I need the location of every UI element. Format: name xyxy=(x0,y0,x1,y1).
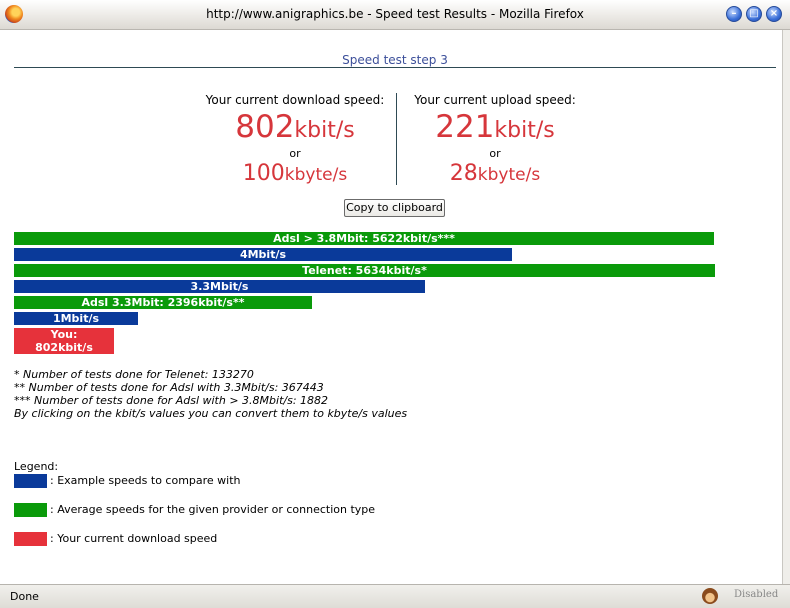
upload-kbyte-number: 28 xyxy=(449,161,478,186)
upload-label: Your current upload speed: xyxy=(414,93,576,107)
title-divider xyxy=(14,67,776,68)
upload-or: or xyxy=(489,147,501,160)
download-kbyte-unit: kbyte/s xyxy=(284,165,348,185)
upload-kbyte-unit: kbyte/s xyxy=(477,165,541,185)
legend-average-text: : Average speeds for the given provider … xyxy=(50,503,376,516)
speed-bar-6: 1Mbit/s xyxy=(14,312,138,325)
browser-window: http://www.anigraphics.be - Speed test R… xyxy=(0,0,790,608)
download-kbyte-number: 100 xyxy=(242,161,285,186)
status-bar: Done Disabled xyxy=(0,584,790,608)
upload-kbit-number[interactable]: 221 xyxy=(435,109,494,145)
download-label: Your current download speed: xyxy=(205,93,385,107)
status-text: Done xyxy=(10,590,39,603)
copy-to-clipboard-button[interactable]: Copy to clipboard xyxy=(344,199,445,217)
footnote-adsl-3-3: ** Number of tests done for Adsl with 3.… xyxy=(14,381,324,394)
footnotes: * Number of tests done for Telenet: 1332… xyxy=(14,368,407,420)
legend-swatch-green xyxy=(14,503,47,517)
close-button[interactable]: × xyxy=(766,6,782,22)
step-title: Speed test step 3 xyxy=(342,53,448,67)
speed-bar-3: Telenet: 5634kbit/s* xyxy=(14,264,715,277)
download-kbit-unit[interactable]: kbit/s xyxy=(294,118,354,143)
download-kbit-value[interactable]: 802kbit/s xyxy=(190,109,400,147)
download-speed-panel: Your current download speed: 802kbit/s o… xyxy=(190,93,400,186)
speed-bar-4: 3.3Mbit/s xyxy=(14,280,425,293)
greasemonkey-icon[interactable] xyxy=(702,588,718,604)
window-title: http://www.anigraphics.be - Speed test R… xyxy=(206,7,584,21)
upload-kbit-value[interactable]: 221kbit/s xyxy=(400,109,590,147)
status-disabled[interactable]: Disabled xyxy=(734,589,778,600)
speed-bar-7: You: 802kbit/s xyxy=(14,328,114,354)
page-content: Speed test step 3 Your current download … xyxy=(0,31,782,584)
upload-kbyte-value: 28kbyte/s xyxy=(400,161,590,186)
title-bar: http://www.anigraphics.be - Speed test R… xyxy=(0,0,790,30)
download-or: or xyxy=(289,147,301,160)
legend-swatch-blue xyxy=(14,474,47,488)
speed-bar-5: Adsl 3.3Mbit: 2396kbit/s** xyxy=(14,296,312,309)
speed-bar-1: Adsl > 3.8Mbit: 5622kbit/s*** xyxy=(14,232,714,245)
minimize-button[interactable]: – xyxy=(726,6,742,22)
legend-title: Legend: xyxy=(14,460,59,473)
upload-kbit-unit[interactable]: kbit/s xyxy=(494,118,554,143)
legend-you-text: : Your current download speed xyxy=(50,532,218,545)
maximize-button[interactable]: □ xyxy=(746,6,762,22)
footnote-adsl-3-8: *** Number of tests done for Adsl with >… xyxy=(14,394,329,407)
footnote-convert-hint: By clicking on the kbit/s values you can… xyxy=(14,407,408,420)
legend-swatch-red xyxy=(14,532,47,546)
download-kbit-number[interactable]: 802 xyxy=(235,109,294,145)
footnote-telenet: * Number of tests done for Telenet: 1332… xyxy=(14,368,254,381)
legend-example-text: : Example speeds to compare with xyxy=(50,474,241,487)
upload-speed-panel: Your current upload speed: 221kbit/s or … xyxy=(400,93,590,186)
speed-divider xyxy=(396,93,397,185)
speed-bar-2: 4Mbit/s xyxy=(14,248,512,261)
scrollbar-edge[interactable] xyxy=(782,30,790,585)
download-kbyte-value: 100kbyte/s xyxy=(190,161,400,186)
